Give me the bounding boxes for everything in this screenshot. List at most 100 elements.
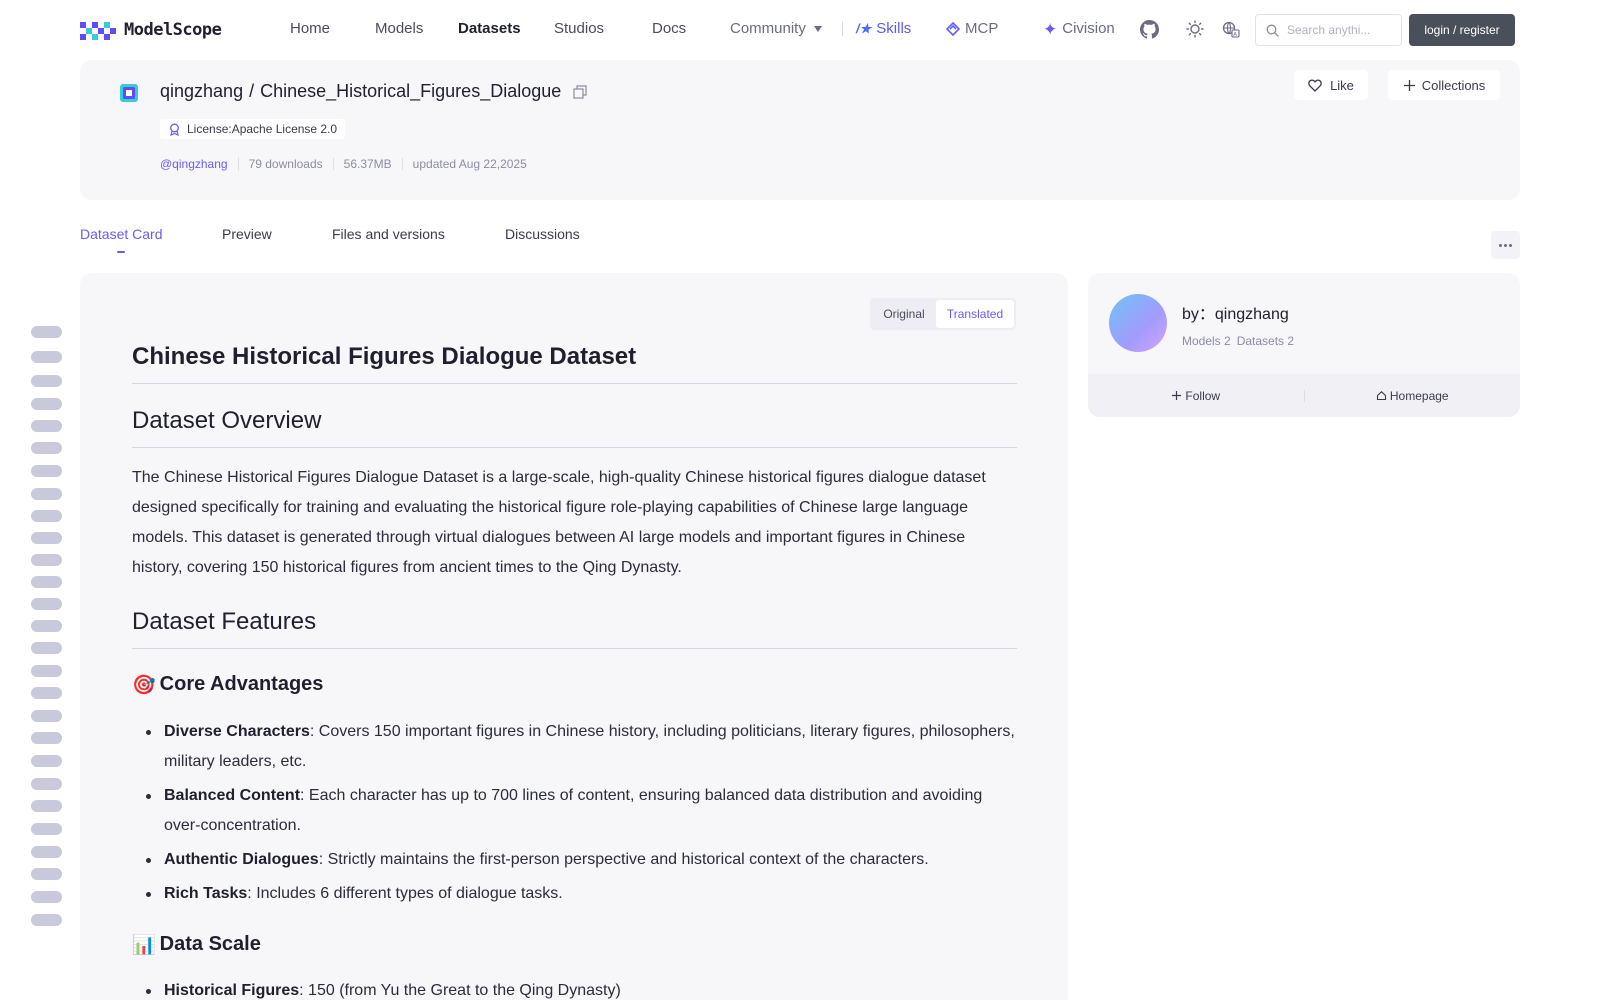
list-item: Diverse Characters: Covers 150 important… (132, 717, 1017, 777)
logo-mark-icon (80, 22, 116, 40)
nav-datasets[interactable]: Datasets (458, 20, 521, 38)
homepage-button[interactable]: Homepage (1305, 389, 1521, 403)
search-field[interactable] (1255, 14, 1402, 46)
heading-rule (132, 383, 1017, 384)
search-input[interactable] (1287, 23, 1397, 37)
mcp-icon (946, 22, 960, 36)
list-item-text: : Strictly maintains the first-person pe… (318, 851, 929, 868)
plus-icon (1403, 79, 1415, 91)
list-item: Historical Figures: 150 (from Yu the Gre… (132, 976, 1017, 1000)
nav-mcp-label: MCP (965, 20, 999, 37)
list-item-text: : Includes 6 different types of dialogue… (247, 885, 563, 902)
features-heading: Dataset Features (132, 608, 317, 635)
nav-models[interactable]: Models (375, 20, 423, 38)
like-label: Like (1330, 77, 1354, 93)
author-models-count[interactable]: Models 2 (1182, 334, 1231, 348)
license-badge[interactable]: License:Apache License 2.0 (160, 119, 346, 139)
theme-toggle-icon[interactable] (1185, 19, 1205, 39)
skeleton-bar (31, 687, 62, 699)
tab-preview[interactable]: Preview (222, 226, 272, 242)
overview-paragraph: The Chinese Historical Figures Dialogue … (132, 469, 986, 576)
skeleton-bar (31, 665, 62, 677)
author-name[interactable]: by：qingzhang (1182, 300, 1289, 324)
follow-label: Follow (1185, 388, 1221, 403)
sparkle-icon: ✦ (1043, 19, 1058, 39)
target-icon: 🎯 (132, 674, 156, 696)
tab-dataset-card[interactable]: Dataset Card (80, 226, 162, 242)
skeleton-bar (31, 891, 62, 903)
language-icon[interactable]: A (1221, 19, 1241, 39)
github-icon[interactable] (1139, 19, 1159, 39)
collections-label: Collections (1421, 77, 1486, 93)
more-dot-icon (1499, 243, 1502, 247)
follow-button[interactable]: Follow (1088, 389, 1304, 403)
more-dot-icon (1504, 243, 1507, 247)
modelscope-logo[interactable]: ModelScope (80, 19, 222, 41)
skeleton-bar (31, 710, 62, 722)
nav-docs[interactable]: Docs (652, 20, 686, 38)
heading-rule (132, 447, 1017, 448)
dataset-header: qingzhang / Chinese_Historical_Figures_D… (80, 60, 1520, 200)
nav-community-dropdown[interactable]: Community (730, 20, 822, 38)
nav-home[interactable]: Home (290, 20, 330, 38)
core-advantages-list: Diverse Characters: Covers 150 important… (132, 717, 1017, 909)
skeleton-bar (31, 620, 62, 632)
license-label: License:Apache License 2.0 (187, 122, 338, 136)
repo-owner[interactable]: qingzhang (160, 81, 243, 102)
login-register-button[interactable]: login / register (1409, 14, 1515, 46)
plus-icon (1172, 391, 1182, 400)
author-actions: Follow Homepage (1088, 374, 1520, 417)
list-item-term: Diverse Characters (164, 723, 310, 740)
core-advantages-heading: 🎯 Core Advantages (132, 673, 323, 696)
logo-wordmark: ModelScope (124, 20, 222, 40)
skeleton-bar (31, 420, 62, 432)
nav-community-label: Community (730, 20, 806, 37)
list-item-term: Rich Tasks (164, 885, 248, 902)
skeleton-bar (31, 823, 62, 835)
skeleton-bar (31, 554, 62, 566)
skeleton-bar (31, 576, 62, 588)
collections-button[interactable]: Collections (1388, 70, 1500, 100)
skeleton-bar (31, 375, 62, 387)
skeleton-bar (31, 598, 62, 610)
avatar[interactable] (1109, 294, 1167, 352)
dataset-repo-icon (120, 84, 138, 102)
tab-discussions[interactable]: Discussions (505, 226, 580, 242)
dataset-title: qingzhang / Chinese_Historical_Figures_D… (160, 81, 587, 102)
more-dot-icon (1509, 243, 1512, 247)
skeleton-bar (31, 442, 62, 454)
dataset-size: 56.37MB (343, 157, 392, 171)
list-item-term: Authentic Dialogues (164, 851, 319, 868)
author-stats: Models 2 Datasets 2 (1182, 334, 1294, 348)
active-tab-indicator (117, 251, 125, 253)
skeleton-bar (31, 914, 62, 926)
copy-icon[interactable] (573, 84, 587, 99)
author-datasets-count[interactable]: Datasets 2 (1237, 334, 1294, 348)
toggle-original[interactable]: Original (872, 300, 936, 328)
meta-divider (401, 158, 403, 170)
download-count: 79 downloads (248, 157, 323, 171)
nav-civision[interactable]: ✦ Civision (1043, 20, 1115, 38)
more-options-button[interactable] (1491, 231, 1520, 259)
tab-files-and-versions[interactable]: Files and versions (332, 226, 445, 242)
list-item: Rich Tasks: Includes 6 different types o… (132, 879, 1017, 909)
owner-handle-link[interactable]: @qingzhang (160, 157, 228, 171)
skeleton-bar (31, 488, 62, 500)
svg-text:A: A (1233, 32, 1237, 38)
list-item-term: Historical Figures (164, 982, 300, 999)
skeleton-bar (31, 326, 62, 338)
search-icon (1266, 24, 1279, 37)
repo-name: Chinese_Historical_Figures_Dialogue (260, 81, 562, 101)
toggle-translated[interactable]: Translated (936, 300, 1014, 328)
nav-skills[interactable]: /★ Skills (856, 20, 911, 38)
heart-icon (1308, 79, 1322, 92)
updated-date: updated Aug 22,2025 (412, 157, 527, 171)
homepage-label: Homepage (1389, 388, 1449, 403)
list-item: Balanced Content: Each character has up … (132, 781, 1017, 841)
nav-mcp[interactable]: MCP (946, 20, 998, 38)
like-button[interactable]: Like (1294, 70, 1368, 100)
data-scale-heading: 📊 Data Scale (132, 933, 261, 956)
skeleton-bar (31, 846, 62, 858)
nav-studios[interactable]: Studios (554, 20, 604, 38)
caret-down-icon (813, 26, 822, 32)
